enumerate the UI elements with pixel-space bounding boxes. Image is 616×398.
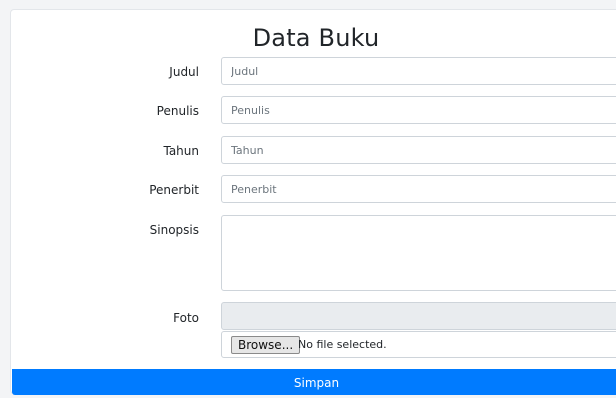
label-sinopsis: Sinopsis (149, 223, 199, 237)
label-judul: Judul (169, 65, 199, 79)
label-penulis: Penulis (156, 104, 199, 118)
simpan-button[interactable]: Simpan (12, 369, 616, 395)
sinopsis-textarea[interactable] (221, 215, 616, 291)
judul-input[interactable] (221, 57, 616, 85)
foto-preview-box (221, 302, 616, 330)
form-title: Data Buku (252, 24, 380, 52)
file-input[interactable]: Browse... No file selected. (221, 331, 616, 358)
tahun-input[interactable] (221, 136, 616, 164)
label-penerbit: Penerbit (149, 183, 199, 197)
file-status-text: No file selected. (298, 338, 387, 351)
label-tahun: Tahun (163, 144, 199, 158)
form-card: Data Buku Judul Penulis Tahun Penerbit S… (10, 9, 616, 395)
browse-button[interactable]: Browse... (231, 336, 301, 354)
label-foto: Foto (173, 311, 199, 325)
penerbit-input[interactable] (221, 175, 616, 203)
penulis-input[interactable] (221, 96, 616, 124)
